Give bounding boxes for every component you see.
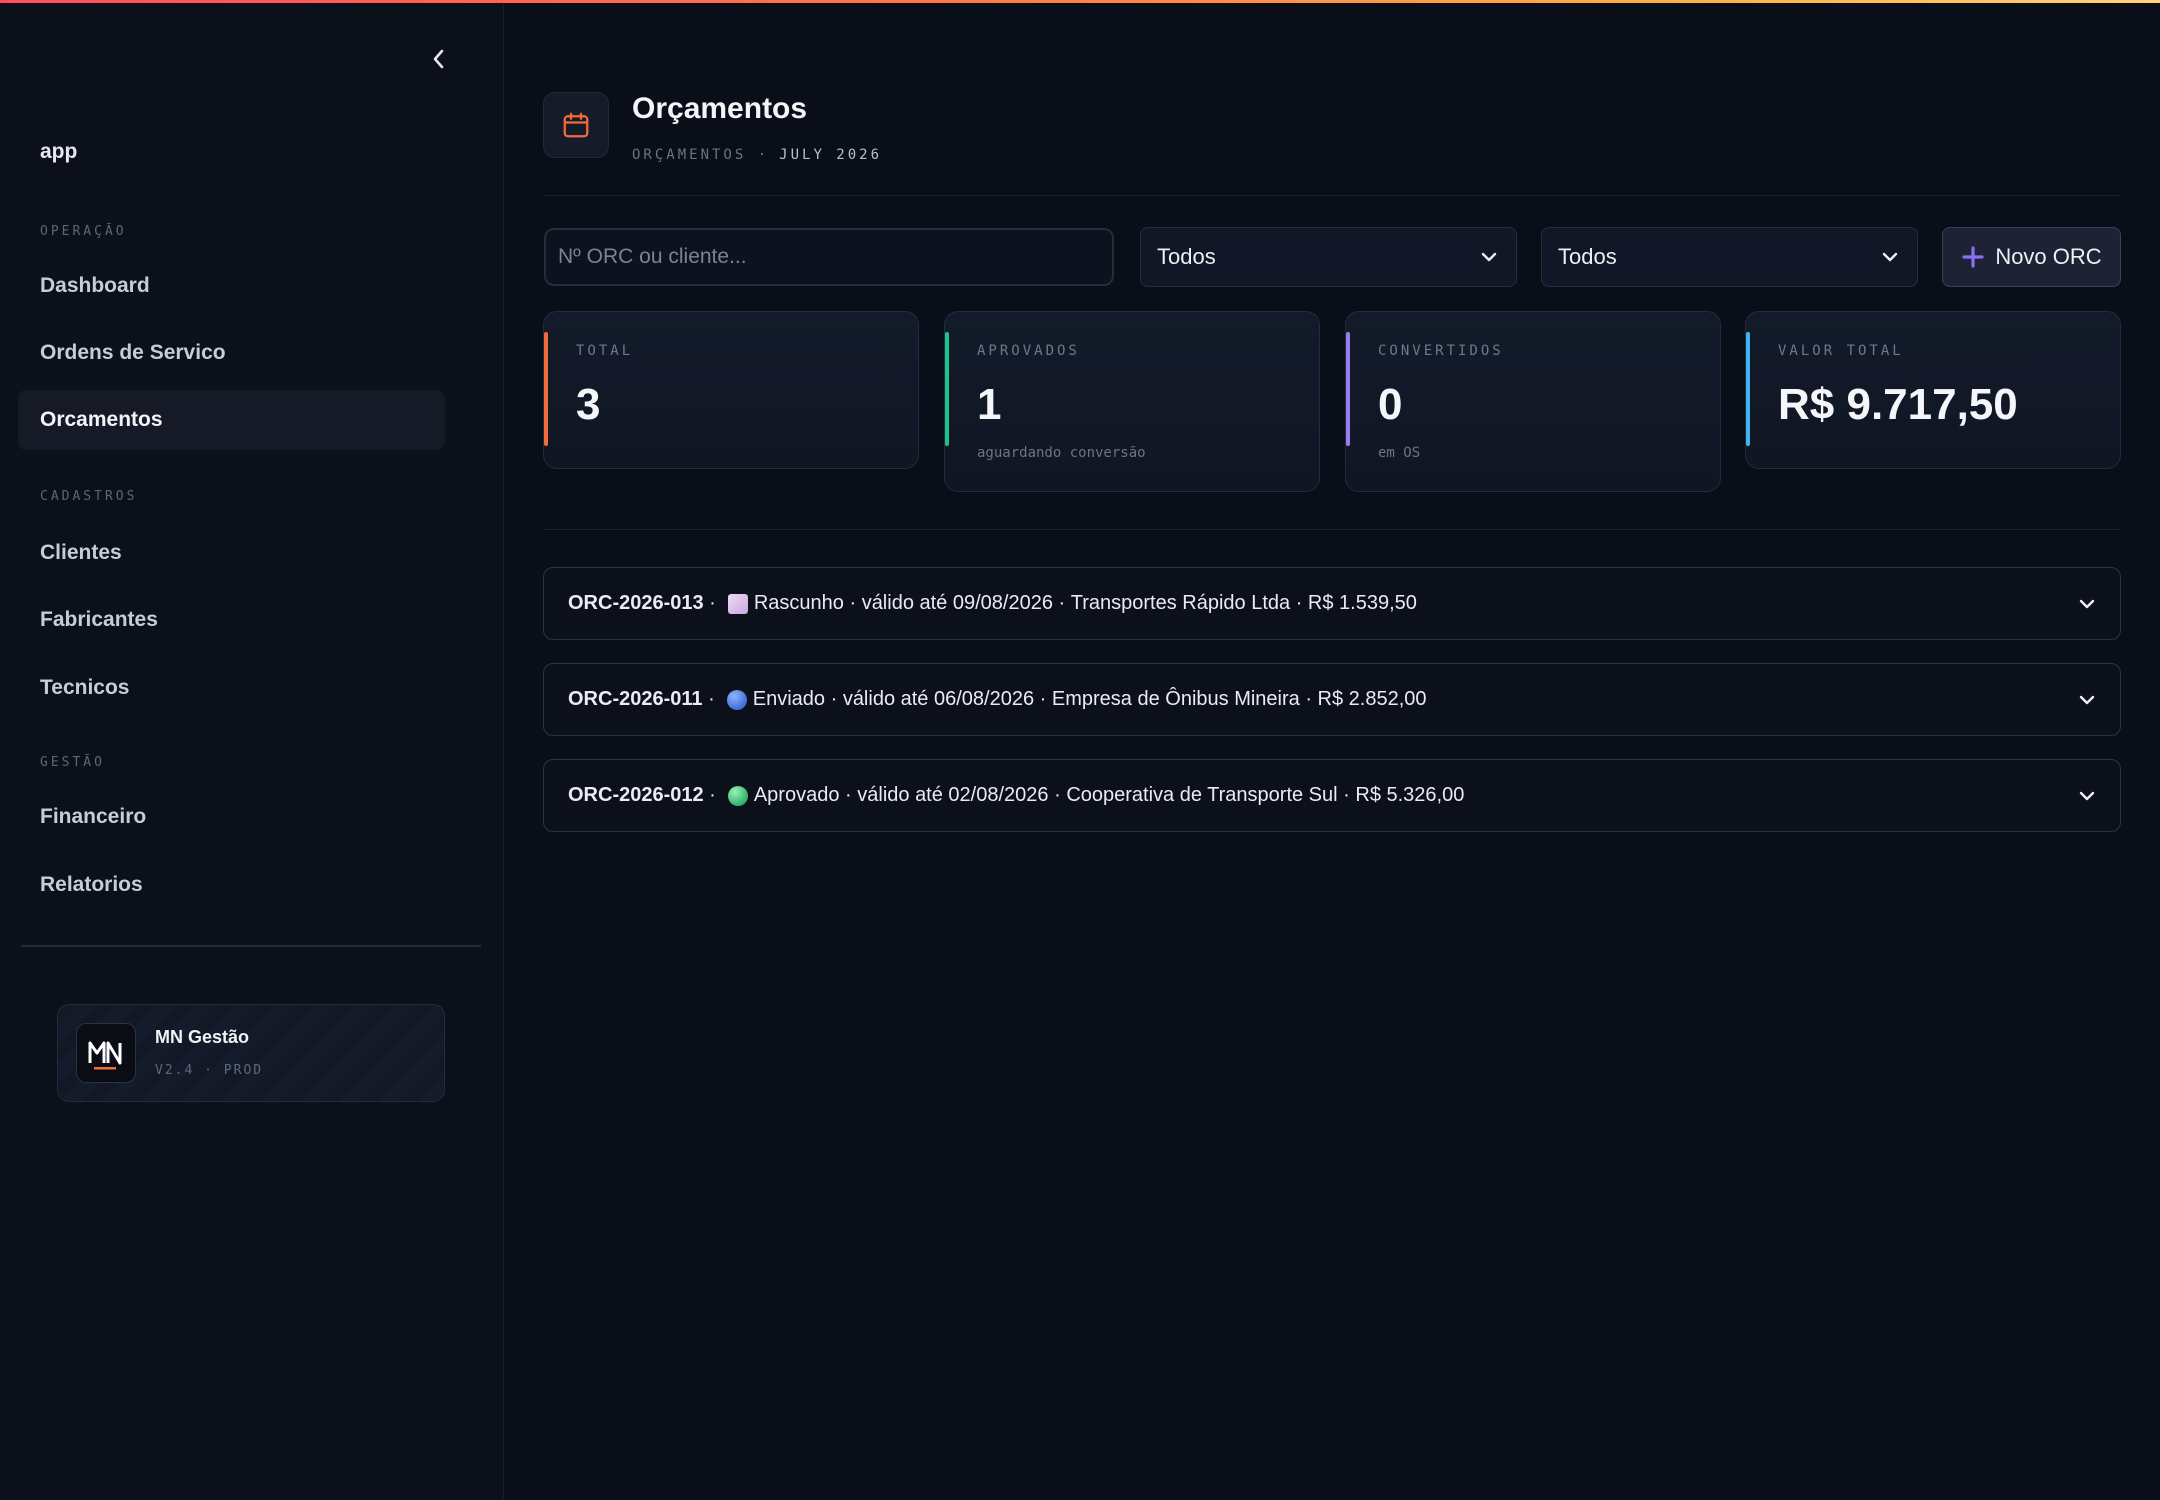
orc-value: R$ 5.326,00 [1355, 784, 1465, 806]
client-filter-select[interactable]: Todos [1541, 227, 1918, 287]
stat-value: R$ 9.717,50 [1778, 380, 2018, 429]
stat-card-aprovados: APROVADOS 1 aguardando conversão [944, 311, 1320, 492]
orc-validity: válido até 06/08/2026 [842, 688, 1035, 710]
sidebar-item-financeiro[interactable]: Financeiro [18, 787, 445, 847]
chevron-left-icon [433, 49, 444, 69]
header-icon-tile [543, 92, 609, 158]
brand-name: MN Gestão [155, 1027, 250, 1047]
calendar-icon [563, 112, 589, 138]
sent-status-icon [726, 689, 747, 710]
breadcrumb-section: ORÇAMENTOS · [632, 147, 770, 163]
orc-status: Rascunho [753, 592, 844, 614]
breadcrumb-period: JULY 2026 [779, 147, 883, 163]
stat-value: 3 [576, 380, 601, 429]
search-input[interactable] [544, 228, 1114, 286]
draft-status-icon [727, 593, 748, 614]
mn-logo-icon [88, 1041, 122, 1070]
orc-validity: válido até 09/08/2026 [861, 592, 1053, 614]
sidebar-item-tecnicos[interactable]: Tecnicos [18, 658, 445, 718]
sidebar-item-clientes[interactable]: Clientes [18, 523, 445, 583]
app-label: app [40, 140, 78, 163]
orc-summary: ORC-2026-011 · Enviado · válido até 06/0… [568, 688, 1427, 710]
orc-validity: válido até 02/08/2026 [857, 784, 1049, 806]
chevron-down-icon [1481, 252, 1497, 262]
client-filter-value: Todos [1558, 244, 1617, 269]
stat-label: TOTAL [576, 343, 634, 359]
orc-summary: ORC-2026-012 · Aprovado · válido até 02/… [568, 784, 1465, 806]
sidebar-item-relatorios[interactable]: Relatorios [18, 855, 445, 915]
orc-client: Cooperativa de Transporte Sul [1066, 784, 1338, 806]
plus-icon [1962, 246, 1984, 268]
sidebar-item-orcamentos[interactable]: Orcamentos [18, 390, 445, 450]
section-title-operacao: OPERAÇÃO [40, 224, 127, 239]
brand-card: MN Gestão V2.4 · PROD [57, 1004, 445, 1102]
expand-row-button[interactable] [2078, 790, 2096, 802]
section-title-cadastros: CADASTROS [40, 489, 138, 504]
section-title-gestao: GESTÃO [40, 755, 105, 770]
stat-card-convertidos: CONVERTIDOS 0 em OS [1345, 311, 1721, 492]
sidebar-item-dashboard[interactable]: Dashboard [18, 256, 445, 316]
sidebar-item-ordens-de-servico[interactable]: Ordens de Servico [18, 323, 445, 383]
breadcrumb: ORÇAMENTOS · JULY 2026 [632, 147, 882, 163]
orc-row[interactable]: ORC-2026-013 · Rascunho · válido até 09/… [543, 567, 2121, 640]
new-orc-label: Novo ORC [1995, 244, 2102, 269]
stat-accent-bar [544, 332, 548, 446]
orc-id: ORC-2026-013 [568, 592, 704, 614]
stat-accent-bar [1746, 332, 1750, 446]
chevron-down-icon [1882, 252, 1898, 262]
stat-label: APROVADOS [977, 343, 1080, 359]
sidebar-item-fabricantes[interactable]: Fabricantes [18, 590, 445, 650]
top-gradient-bar [0, 0, 2160, 3]
orc-client: Empresa de Ônibus Mineira [1051, 688, 1300, 710]
collapse-sidebar-button[interactable] [424, 44, 454, 74]
orc-summary: ORC-2026-013 · Rascunho · válido até 09/… [568, 592, 1417, 614]
orc-client: Transportes Rápido Ltda [1070, 592, 1291, 614]
sidebar: app OPERAÇÃO Dashboard Ordens de Servico… [0, 0, 504, 1500]
brand-version: V2.4 · PROD [155, 1063, 264, 1078]
orc-status: Enviado [752, 688, 826, 710]
orc-row[interactable]: ORC-2026-011 · Enviado · válido até 06/0… [543, 663, 2121, 736]
status-filter-value: Todos [1157, 244, 1216, 269]
stat-subtext: em OS [1378, 445, 1421, 461]
brand-logo [76, 1023, 136, 1083]
orc-id: ORC-2026-011 [568, 688, 703, 710]
stat-card-valor-total: VALOR TOTAL R$ 9.717,50 [1745, 311, 2121, 469]
stat-accent-bar [1346, 332, 1350, 446]
chevron-down-icon [2079, 599, 2095, 608]
orc-status: Aprovado [753, 784, 840, 806]
new-orc-button[interactable]: Novo ORC [1942, 227, 2121, 287]
sidebar-divider [21, 945, 481, 947]
stat-value: 1 [977, 380, 1002, 429]
header-divider [543, 195, 2121, 196]
expand-row-button[interactable] [2078, 694, 2096, 706]
page-title: Orçamentos [632, 92, 808, 125]
status-filter-select[interactable]: Todos [1140, 227, 1517, 287]
approved-status-icon [727, 785, 748, 806]
expand-row-button[interactable] [2078, 598, 2096, 610]
orc-value: R$ 1.539,50 [1307, 592, 1417, 614]
orc-id: ORC-2026-012 [568, 784, 704, 806]
list-divider [543, 529, 2121, 530]
orc-row[interactable]: ORC-2026-012 · Aprovado · válido até 02/… [543, 759, 2121, 832]
stat-subtext: aguardando conversão [977, 445, 1146, 461]
stat-card-total: TOTAL 3 [543, 311, 919, 469]
chevron-down-icon [2079, 791, 2095, 800]
stat-label: VALOR TOTAL [1778, 343, 1904, 359]
stat-value: 0 [1378, 380, 1403, 429]
stat-accent-bar [945, 332, 949, 446]
orc-value: R$ 2.852,00 [1317, 688, 1427, 710]
stat-label: CONVERTIDOS [1378, 343, 1504, 359]
chevron-down-icon [2079, 695, 2095, 704]
